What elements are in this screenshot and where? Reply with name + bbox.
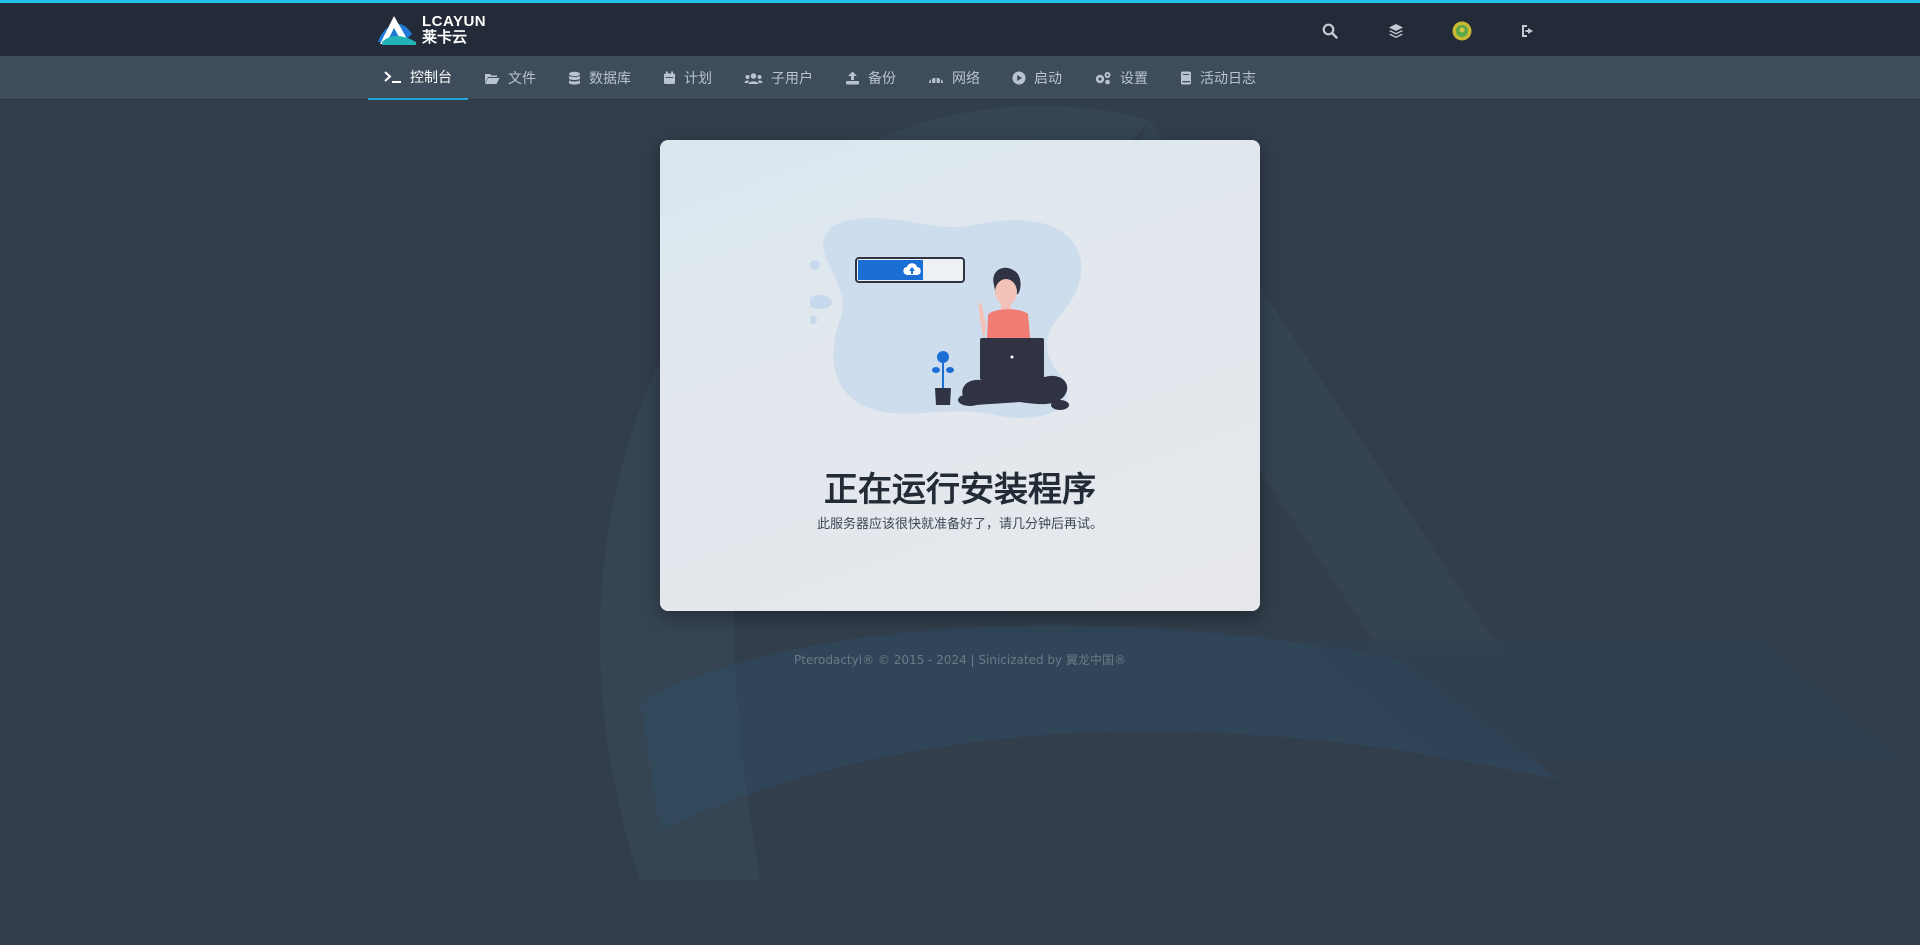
folder-open-icon: [485, 73, 500, 84]
cogs-icon: [1095, 72, 1111, 85]
brand-logo-icon: [378, 16, 416, 45]
tab-users[interactable]: 子用户: [728, 56, 829, 100]
tab-network-label: 网络: [952, 71, 980, 87]
tab-console[interactable]: 控制台: [368, 56, 468, 100]
installer-illustration: [810, 217, 1082, 419]
tab-startup[interactable]: 启动: [996, 56, 1078, 100]
tab-settings-label: 设置: [1120, 71, 1148, 87]
calendar-icon: [664, 71, 675, 84]
top-icons: [1318, 19, 1540, 43]
brand-logo[interactable]: LCAYUN 莱卡云: [376, 11, 486, 47]
tab-users-label: 子用户: [771, 71, 813, 87]
tab-backups-label: 备份: [868, 71, 896, 87]
tab-settings[interactable]: 设置: [1078, 56, 1164, 100]
sign-out-icon[interactable]: [1516, 19, 1540, 43]
brand-name-en: LCAYUN: [422, 12, 487, 30]
server-nav: 控制台 文件 数据库 计划 子用户 备份 网络 启动 设置 活动日志: [0, 56, 1920, 100]
page: LCAYUN 莱卡云 控制台 文件 数据库 计划 子用户 备份 网络 启动 设置…: [0, 0, 1920, 945]
search-icon[interactable]: [1318, 19, 1342, 43]
upload-icon: [846, 71, 859, 85]
book-icon: [1181, 71, 1191, 85]
installer-title: 正在运行安装程序: [824, 470, 1096, 510]
tab-databases-label: 数据库: [589, 71, 631, 87]
tab-activity-log-label: 活动日志: [1200, 71, 1256, 87]
user-avatar[interactable]: [1450, 19, 1474, 43]
tab-files[interactable]: 文件: [468, 56, 552, 100]
brand-name-cn: 莱卡云: [422, 27, 468, 46]
top-bar: LCAYUN 莱卡云: [0, 0, 1920, 56]
tab-files-label: 文件: [508, 71, 536, 87]
installer-card: 正在运行安装程序 此服务器应该很快就准备好了，请几分钟后再试。: [660, 140, 1260, 611]
installer-subtitle: 此服务器应该很快就准备好了，请几分钟后再试。: [816, 517, 1103, 532]
terminal-icon: [384, 71, 401, 83]
footer: Pterodactyl® © 2015 - 2024 | Sinicizated…: [794, 653, 1126, 667]
play-circle-icon: [1012, 71, 1026, 85]
tab-console-label: 控制台: [410, 70, 452, 86]
users-icon: [744, 72, 763, 84]
tab-activity-log[interactable]: 活动日志: [1164, 56, 1272, 100]
tab-schedules-label: 计划: [684, 71, 712, 87]
layers-icon[interactable]: [1384, 19, 1408, 43]
tab-backups[interactable]: 备份: [829, 56, 912, 100]
tab-startup-label: 启动: [1034, 71, 1062, 87]
network-icon: [929, 76, 943, 83]
database-icon: [569, 71, 580, 84]
tab-network[interactable]: 网络: [912, 56, 996, 100]
tab-databases[interactable]: 数据库: [552, 56, 647, 100]
tab-schedules[interactable]: 计划: [647, 56, 728, 100]
